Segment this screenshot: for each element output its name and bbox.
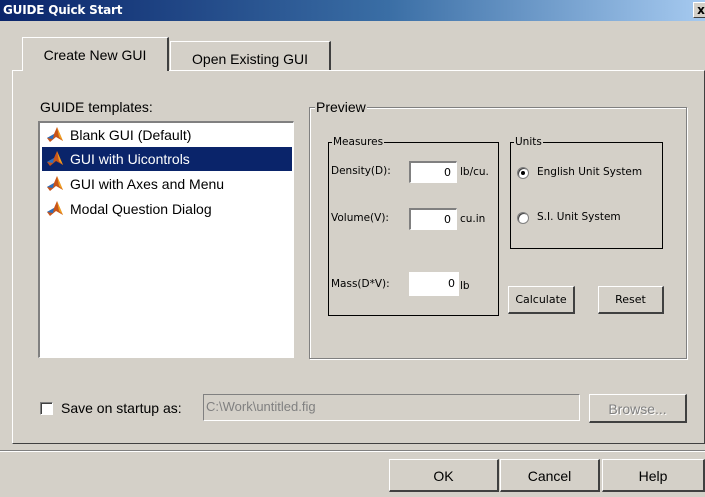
list-item-label: Blank GUI (Default) [70,127,192,143]
english-unit-label: English Unit System [537,166,643,178]
footer-separator [0,450,705,452]
help-button[interactable]: Help [602,459,705,492]
english-unit-radio[interactable] [517,167,529,179]
preview-title: Preview [315,99,367,115]
units-group [510,142,663,249]
list-item-label: Modal Question Dialog [70,201,212,217]
list-item-label: GUI with Uicontrols [70,151,190,167]
tab-create-new-gui[interactable]: Create New GUI [22,37,169,71]
units-title: Units [514,136,543,148]
calculate-button[interactable]: Calculate [508,286,575,314]
list-item-modal-question-dialog[interactable]: Modal Question Dialog [42,197,292,221]
reset-button[interactable]: Reset [598,286,664,314]
close-button[interactable]: x [693,2,705,18]
window-title: GUIDE Quick Start [3,3,123,17]
browse-button: Browse... [589,394,687,423]
startup-path-field: C:\Work\untitled.fig [203,394,580,421]
matlab-icon [47,201,63,216]
mass-unit: lb [460,280,470,292]
list-item-label: GUI with Axes and Menu [70,176,225,192]
density-unit: lb/cu. [460,166,489,178]
volume-input[interactable]: 0 [409,208,457,230]
list-item-gui-with-uicontrols[interactable]: GUI with Uicontrols [42,147,292,171]
matlab-icon [47,151,63,166]
templates-label: GUIDE templates: [40,99,153,115]
density-input[interactable]: 0 [409,161,457,183]
cancel-button[interactable]: Cancel [500,459,600,492]
mass-value: 0 [409,272,459,296]
volume-unit: cu.in [460,213,486,225]
mass-label: Mass(D*V): [331,278,390,290]
save-on-startup-checkbox[interactable] [40,402,53,415]
volume-label: Volume(V): [331,212,389,224]
matlab-icon [47,176,63,191]
tab-open-existing-gui[interactable]: Open Existing GUI [170,41,331,70]
list-item-gui-with-axes-and-menu[interactable]: GUI with Axes and Menu [42,172,292,196]
list-item-blank-gui[interactable]: Blank GUI (Default) [42,123,292,147]
matlab-icon [47,127,63,142]
tab-label: Open Existing GUI [192,51,308,67]
save-on-startup-label: Save on startup as: [61,400,182,416]
ok-button[interactable]: OK [389,459,499,492]
measures-title: Measures [332,136,385,148]
templates-list[interactable]: Blank GUI (Default) GUI with Uicontrols … [38,121,294,358]
tab-label: Create New GUI [43,47,147,63]
close-icon: x [697,3,705,17]
density-label: Density(D): [331,165,391,177]
si-unit-label: S.I. Unit System [537,211,621,223]
si-unit-radio[interactable] [517,212,529,224]
